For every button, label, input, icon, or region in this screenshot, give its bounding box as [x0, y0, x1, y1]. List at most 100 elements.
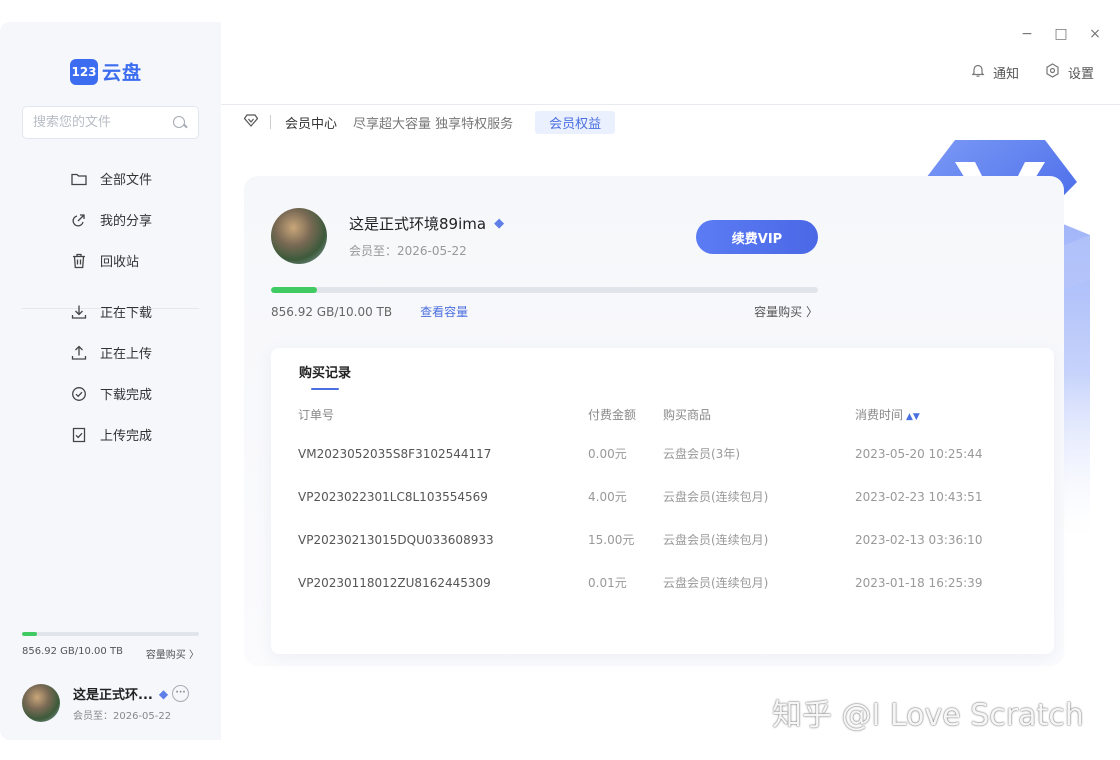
sidebar-item-download-complete[interactable]: 下载完成 [0, 373, 221, 414]
table-row: VP2023022301LC8L103554569 4.00元 云盘会员(连续包… [298, 475, 1035, 518]
avatar[interactable] [22, 684, 60, 722]
folder-icon [70, 170, 88, 188]
capacity-buy-label: 容量购买 [145, 650, 186, 661]
membership-expiry: 会员至：2026-05-22 [73, 711, 172, 722]
vip-diamond-icon: ◆ [158, 686, 169, 701]
member-name: 这是正式环境89ima [349, 215, 487, 233]
column-header-time-label: 消费时间 [855, 407, 904, 422]
sidebar-item-label: 全部文件 [100, 173, 153, 188]
sidebar-item-label: 正在下载 [100, 306, 153, 321]
purchase-time: 2023-02-23 10:43:51 [855, 489, 983, 504]
order-id: VM2023052035S8F3102544117 [298, 446, 492, 461]
search-input[interactable] [33, 115, 172, 130]
member-expiry: 会员至：2026-05-22 [349, 244, 467, 258]
logo-text: 云盘 [102, 62, 143, 84]
tab-underline [311, 388, 339, 390]
more-icon[interactable]: ··· [172, 685, 190, 702]
logo-mark: 123 [70, 58, 98, 85]
sidebar-item-label: 下载完成 [100, 388, 153, 403]
purchase-records-panel: 购买记录 订单号 付费金额 购买商品 消费时间 ▲▼ VM2023052035S8… [271, 348, 1054, 654]
sidebar-item-label: 回收站 [100, 255, 140, 270]
column-header-order-id: 订单号 [298, 407, 335, 422]
amount: 15.00元 [588, 533, 635, 547]
table-row: VP20230118012ZU8162445309 0.01元 云盘会员(连续包… [298, 561, 1035, 604]
transfer-nav: 正在下载 正在上传 下载完成 上传完成 [0, 291, 221, 455]
column-header-time[interactable]: 消费时间 ▲▼ [855, 396, 1035, 432]
storage-progress-fill [271, 287, 317, 293]
page-slogan: 尽享超大容量 独享特权服务 [353, 116, 514, 132]
member-user: 这是正式环境89ima ◆ 会员至：2026-05-22 [271, 208, 504, 264]
sort-icon[interactable]: ▲▼ [906, 412, 920, 422]
page-title: 会员中心 [285, 116, 338, 132]
download-icon [70, 303, 88, 321]
capacity-buy-label: 容量购买 [754, 305, 803, 319]
storage-progress-bar [271, 287, 818, 293]
notify-button[interactable]: 通知 [971, 63, 1019, 82]
window-controls: − □ × [1020, 26, 1102, 42]
member-storage: 856.92 GB/10.00 TB 查看容量 容量购买 〉 [271, 287, 818, 320]
search-box [22, 106, 199, 139]
search-icon[interactable] [172, 115, 188, 131]
order-id: VP20230118012ZU8162445309 [298, 575, 491, 590]
close-button[interactable]: × [1088, 26, 1102, 42]
column-header-product: 购买商品 [663, 407, 712, 422]
table-row: VM2023052035S8F3102544117 0.00元 云盘会员(3年)… [298, 432, 1035, 475]
capacity-buy-link[interactable]: 容量购买 〉 [754, 303, 818, 320]
watermark: 知乎 @I Love Scratch [772, 698, 1084, 733]
sidebar-item-upload-complete[interactable]: 上传完成 [0, 414, 221, 455]
sidebar-item-label: 我的分享 [100, 214, 153, 229]
amount: 4.00元 [588, 490, 627, 504]
file-nav: 全部文件 我的分享 回收站 [0, 158, 221, 281]
app-logo[interactable]: 123 云盘 [70, 58, 142, 85]
sidebar-item-recycle-bin[interactable]: 回收站 [0, 240, 221, 281]
order-id: VP2023022301LC8L103554569 [298, 489, 488, 504]
view-capacity-link[interactable]: 查看容量 [420, 303, 468, 320]
chevron-right-icon: 〉 [189, 650, 199, 661]
product: 云盘会员(连续包月) [663, 533, 769, 547]
sidebar-item-downloading[interactable]: 正在下载 [0, 291, 221, 332]
sidebar-item-label: 正在上传 [100, 347, 153, 362]
breadcrumb: 会员中心 尽享超大容量 独享特权服务 会员权益 [243, 110, 616, 134]
product: 云盘会员(连续包月) [663, 490, 769, 504]
member-benefits-tab[interactable]: 会员权益 [535, 110, 616, 134]
sidebar: 123 云盘 全部文件 我的分享 回收站 [0, 22, 221, 740]
trash-icon [70, 252, 88, 270]
check-file-icon [70, 426, 88, 444]
share-icon [70, 211, 88, 229]
table-row: VP20230213015DQU033608933 15.00元 云盘会员(连续… [298, 518, 1035, 561]
sidebar-item-label: 上传完成 [100, 429, 153, 444]
vip-diamond-icon: ◆ [494, 216, 505, 231]
order-id: VP20230213015DQU033608933 [298, 532, 494, 547]
sidebar-item-all-files[interactable]: 全部文件 [0, 158, 221, 199]
maximize-button[interactable]: □ [1054, 26, 1068, 42]
upload-icon [70, 344, 88, 362]
storage-used-text: 856.92 GB/10.00 TB [271, 304, 393, 319]
capacity-buy-link[interactable]: 容量购买 〉 [146, 646, 199, 661]
notify-label: 通知 [992, 67, 1019, 82]
purchase-time: 2023-05-20 10:25:44 [855, 446, 983, 461]
chevron-right-icon: 〉 [805, 305, 818, 319]
column-header-amount: 付费金额 [588, 407, 637, 422]
member-avatar [271, 208, 327, 264]
sidebar-item-uploading[interactable]: 正在上传 [0, 332, 221, 373]
vip-badge-icon [243, 113, 259, 131]
settings-button[interactable]: 设置 [1045, 63, 1094, 82]
user-name: 这是正式环... [73, 688, 153, 703]
sidebar-user[interactable]: 这是正式环... ◆ ··· 会员至：2026-05-22 [22, 684, 202, 722]
tab-purchase-records[interactable]: 购买记录 [299, 362, 351, 391]
product: 云盘会员(连续包月) [663, 576, 769, 590]
member-card: 这是正式环境89ima ◆ 会员至：2026-05-22 续费VIP 856.9… [244, 176, 1064, 666]
bell-icon [971, 63, 985, 82]
renew-vip-button[interactable]: 续费VIP [696, 220, 818, 254]
purchase-time: 2023-01-18 16:25:39 [855, 575, 983, 590]
purchase-time: 2023-02-13 03:36:10 [855, 532, 983, 547]
sidebar-storage: 856.92 GB/10.00 TB 容量购买 〉 [22, 632, 199, 661]
settings-label: 设置 [1067, 67, 1094, 82]
header-divider [221, 104, 1120, 105]
amount: 0.00元 [588, 447, 627, 461]
sidebar-item-my-share[interactable]: 我的分享 [0, 199, 221, 240]
amount: 0.01元 [588, 576, 627, 590]
minimize-button[interactable]: − [1020, 26, 1034, 42]
purchase-records-table: 订单号 付费金额 购买商品 消费时间 ▲▼ VM2023052035S8F3102… [298, 396, 1035, 604]
check-circle-icon [70, 385, 88, 403]
